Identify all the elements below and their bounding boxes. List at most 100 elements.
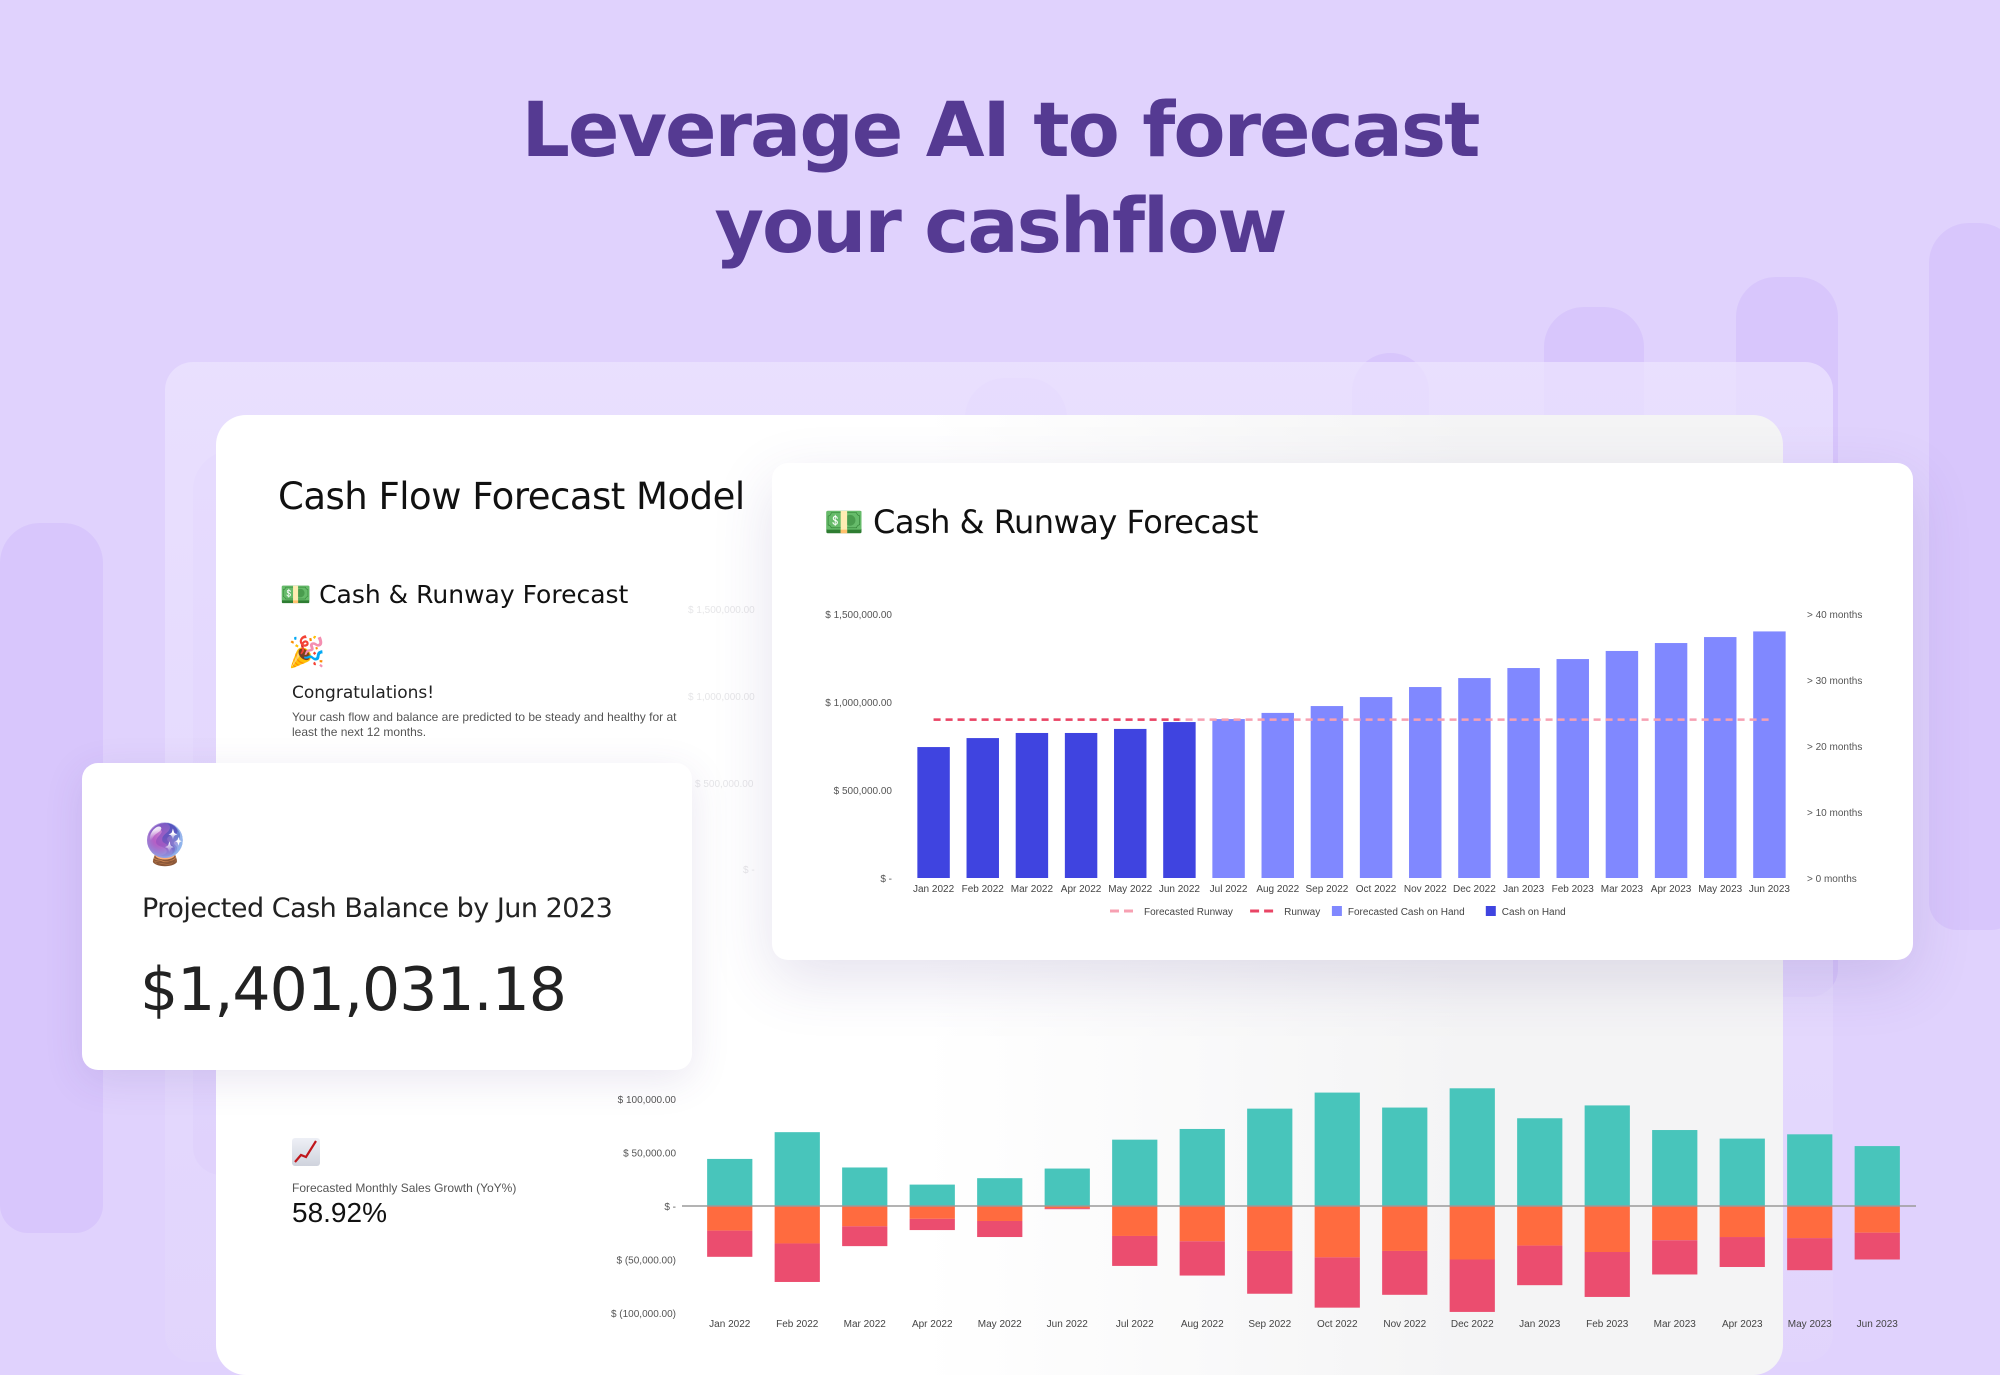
bar-outflow-b	[1787, 1238, 1833, 1271]
x-tick-label: Jan 2022	[913, 884, 955, 895]
growth-label: Forecasted Monthly Sales Growth (YoY%)	[292, 1181, 517, 1195]
headline-line-1: Leverage AI to forecast	[521, 85, 1481, 174]
bar-outflow-a	[1517, 1206, 1563, 1246]
bar-inflow	[774, 1132, 820, 1206]
bar-outflow-a	[1247, 1206, 1293, 1251]
x-tick-label: Dec 2022	[1453, 884, 1496, 895]
bar-outflow-a	[977, 1206, 1023, 1221]
bar-forecasted-cash	[1409, 687, 1442, 878]
growth-value: 58.92%	[292, 1197, 387, 1228]
y-tick-label: $ 100,000.00	[618, 1095, 677, 1106]
bar-forecasted-cash	[1507, 668, 1540, 878]
x-tick-label: May 2023	[1698, 884, 1742, 895]
x-tick-label: Dec 2022	[1451, 1319, 1494, 1330]
ghost-axis-label: $ 500,000.00	[695, 779, 754, 790]
x-tick-label: Jan 2023	[1519, 1319, 1561, 1330]
x-tick-label: Feb 2023	[1586, 1319, 1629, 1330]
bar-forecasted-cash	[1261, 712, 1294, 878]
y2-tick-label: > 0 months	[1807, 874, 1857, 885]
bar-forecasted-cash	[1654, 643, 1688, 878]
y2-tick-label: > 10 months	[1807, 808, 1862, 819]
bar-inflow	[1179, 1128, 1225, 1206]
x-tick-label: Apr 2022	[1061, 884, 1102, 895]
bar-cash-on-hand	[1114, 728, 1147, 878]
y-tick-label: $ (50,000.00)	[617, 1256, 677, 1267]
bar-cash-on-hand	[917, 747, 950, 878]
bar-outflow-b	[842, 1226, 888, 1247]
x-tick-label: Jun 2023	[1857, 1319, 1899, 1330]
bar-outflow-a	[1719, 1206, 1765, 1238]
bar-inflow	[1652, 1130, 1698, 1206]
money-bill-icon: 💵	[280, 580, 312, 609]
bar-outflow-b	[1719, 1237, 1765, 1267]
bar-outflow-b	[707, 1230, 753, 1257]
bar-outflow-b	[977, 1220, 1023, 1238]
cash-flow-chart: $ (100,000.00) $ (50,000.00) $ - $ 50,000.0…	[611, 1088, 1916, 1330]
bar-outflow-a	[909, 1206, 955, 1219]
x-tick-label: Nov 2022	[1404, 884, 1447, 895]
bar-outflow-a	[1449, 1206, 1495, 1260]
x-tick-label: Nov 2022	[1383, 1319, 1426, 1330]
bar-outflow-b	[1652, 1240, 1698, 1275]
x-tick-label: Feb 2022	[962, 884, 1005, 895]
legend-swatch	[1331, 906, 1342, 916]
bar-forecasted-cash	[1359, 697, 1393, 878]
legend-label: Runway	[1284, 907, 1320, 918]
bar-inflow	[1247, 1108, 1293, 1206]
y-tick-label: $ 500,000.00	[834, 786, 893, 797]
x-tick-label: Mar 2022	[1011, 884, 1054, 895]
x-tick-label: Feb 2023	[1552, 884, 1595, 895]
bar-inflow	[1584, 1105, 1630, 1206]
bar-outflow-b	[1247, 1250, 1293, 1294]
x-tick-label: Apr 2023	[1651, 884, 1692, 895]
bar-inflow	[1854, 1146, 1900, 1206]
x-tick-label: Jul 2022	[1210, 884, 1248, 895]
y-tick-label: $ 1,000,000.00	[825, 698, 892, 709]
projected-balance-card: 🔮 Projected Cash Balance by Jun 2023 $1,…	[82, 763, 692, 1070]
bar-outflow-b	[909, 1218, 955, 1231]
bar-inflow	[1517, 1118, 1563, 1206]
bar-outflow-b	[1044, 1208, 1090, 1210]
bar-forecasted-cash	[1212, 719, 1245, 878]
legend-label: Forecasted Cash on Hand	[1348, 907, 1465, 918]
bar-outflow-b	[1179, 1241, 1225, 1276]
runway-card: 💵 Cash & Runway Forecast $ - $ 500,000.00…	[772, 463, 1913, 960]
bar-outflow-a	[1854, 1206, 1900, 1233]
bar-forecasted-cash	[1556, 659, 1589, 878]
bar-forecasted-cash	[1458, 678, 1491, 878]
legend-swatch	[1485, 906, 1496, 916]
bar-inflow	[1112, 1139, 1158, 1206]
bar-outflow-a	[1584, 1206, 1630, 1253]
party-popper-icon: 🎉	[288, 635, 326, 670]
x-tick-label: Feb 2022	[776, 1319, 819, 1330]
x-tick-label: Mar 2023	[1654, 1319, 1697, 1330]
bar-forecasted-cash	[1310, 706, 1344, 878]
bar-cash-on-hand	[966, 738, 999, 878]
bar-outflow-b	[1854, 1232, 1900, 1260]
x-tick-label: May 2022	[978, 1319, 1022, 1330]
congrats-title: Congratulations!	[292, 683, 435, 703]
bar-cash-on-hand	[1015, 732, 1049, 878]
bar-outflow-b	[1584, 1252, 1630, 1297]
bar-inflow	[1382, 1107, 1428, 1206]
legend-label: Forecasted Runway	[1144, 907, 1233, 918]
bar-inflow	[1449, 1088, 1495, 1206]
y-tick-label: $ -	[880, 874, 892, 885]
bar-outflow-a	[1652, 1206, 1698, 1241]
x-tick-label: Sep 2022	[1306, 884, 1349, 895]
page-title: Cash Flow Forecast Model	[278, 475, 745, 518]
bar-inflow	[842, 1167, 888, 1206]
y-tick-label: $ (100,000.00)	[611, 1309, 676, 1320]
x-tick-label: Jan 2022	[709, 1319, 751, 1330]
x-tick-label: Sep 2022	[1248, 1319, 1291, 1330]
bar-outflow-a	[1314, 1206, 1360, 1258]
bar-outflow-b	[1382, 1250, 1428, 1295]
runway-chart: $ - $ 500,000.00 $ 1,000,000.00 $ 1,500,000…	[825, 610, 1862, 918]
y2-tick-label: > 20 months	[1807, 742, 1862, 753]
x-tick-label: May 2023	[1788, 1319, 1832, 1330]
x-tick-label: Jun 2023	[1749, 884, 1791, 895]
crystal-ball-icon: 🔮	[140, 822, 190, 868]
x-tick-label: Jul 2022	[1116, 1319, 1154, 1330]
y-tick-label: $ -	[664, 1202, 676, 1213]
bar-outflow-a	[1179, 1206, 1225, 1242]
